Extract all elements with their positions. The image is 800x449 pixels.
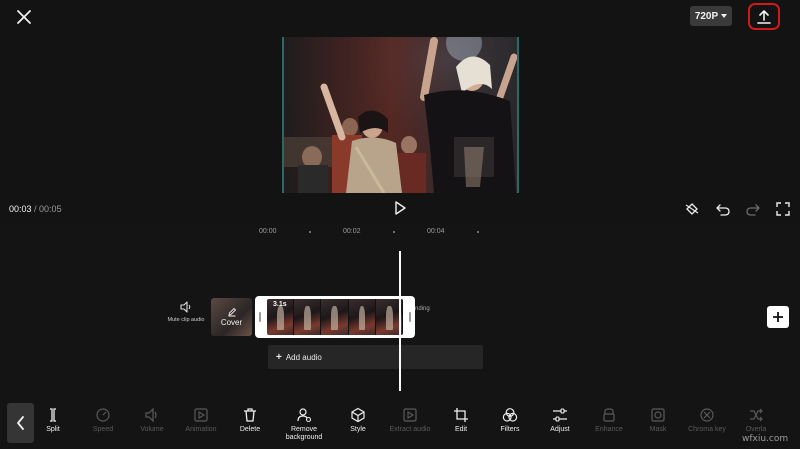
tool-label: Speed bbox=[92, 426, 114, 433]
tool-volume[interactable]: Volume bbox=[126, 407, 178, 434]
chroma-key-icon bbox=[700, 408, 714, 422]
volume-icon bbox=[145, 407, 157, 423]
trim-handle-left[interactable] bbox=[259, 312, 261, 322]
tool-mask[interactable]: Mask bbox=[632, 407, 684, 434]
tool-overlay[interactable]: Overla bbox=[730, 407, 782, 434]
tool-filters[interactable]: Filters bbox=[484, 407, 536, 434]
tool-label: Extract audio bbox=[389, 426, 431, 433]
tool-label: Mask bbox=[649, 426, 667, 433]
mask-icon bbox=[651, 408, 665, 422]
tool-speed[interactable]: Speed bbox=[77, 407, 129, 434]
playhead[interactable] bbox=[399, 251, 401, 391]
pencil-icon bbox=[227, 307, 236, 317]
video-clip[interactable]: 3.1s bbox=[255, 296, 415, 338]
extract-audio-icon bbox=[403, 408, 417, 422]
animation-icon bbox=[194, 408, 208, 422]
tool-label: Split bbox=[46, 426, 60, 433]
clip-thumbnail bbox=[321, 299, 349, 335]
watermark: wfxiu.com bbox=[742, 434, 789, 444]
mute-clip-audio-label: Mute clip audio bbox=[167, 317, 205, 323]
time-separator: / bbox=[31, 204, 40, 214]
mute-clip-audio-button[interactable]: Mute clip audio bbox=[166, 300, 206, 324]
adjust-icon bbox=[553, 408, 567, 422]
redo-button[interactable] bbox=[745, 201, 761, 217]
add-audio-label: Add audio bbox=[285, 352, 322, 362]
ruler-dot bbox=[393, 231, 395, 233]
add-audio-button[interactable]: + Add audio bbox=[268, 345, 483, 369]
split-icon bbox=[50, 408, 56, 422]
preview-frame-image bbox=[284, 37, 517, 193]
export-button[interactable] bbox=[748, 3, 780, 30]
remove-background-icon bbox=[297, 408, 312, 423]
caret-down-icon bbox=[721, 14, 728, 18]
tool-label: Adjust bbox=[550, 426, 570, 433]
resolution-dropdown[interactable]: 720P bbox=[690, 6, 732, 26]
tool-label: Overla bbox=[745, 426, 767, 433]
tool-label: Filters bbox=[500, 426, 520, 433]
ruler-tick: 00:04 bbox=[427, 228, 445, 235]
chevron-left-icon bbox=[16, 416, 24, 430]
close-button[interactable] bbox=[12, 6, 36, 30]
clip-duration: 3.1s bbox=[273, 301, 287, 308]
trim-handle-right[interactable] bbox=[409, 312, 411, 322]
tool-split[interactable]: Split bbox=[27, 407, 79, 434]
undo-button[interactable] bbox=[715, 201, 731, 217]
playback-time: 00:03 / 00:05 bbox=[9, 204, 62, 214]
crop-icon bbox=[454, 408, 468, 422]
close-icon bbox=[17, 10, 31, 24]
tool-extract-audio[interactable]: Extract audio bbox=[384, 407, 436, 434]
filters-icon bbox=[502, 408, 518, 422]
fullscreen-button[interactable] bbox=[775, 201, 791, 217]
ruler-dot bbox=[477, 231, 479, 233]
tool-label: Animation bbox=[185, 426, 217, 433]
style-icon bbox=[351, 407, 365, 423]
tool-animation[interactable]: Animation bbox=[175, 407, 227, 434]
ruler-tick: 00:02 bbox=[343, 228, 361, 235]
ending-label[interactable]: nding bbox=[415, 306, 430, 312]
keyframe-icon bbox=[685, 203, 699, 215]
speaker-icon bbox=[180, 301, 191, 313]
undo-icon bbox=[716, 204, 730, 216]
cover-label: Cover bbox=[220, 318, 243, 327]
speed-icon bbox=[96, 408, 110, 422]
tool-edit[interactable]: Edit bbox=[435, 407, 487, 434]
tool-label: Style bbox=[350, 426, 366, 433]
tool-delete[interactable]: Delete bbox=[224, 407, 276, 434]
total-time: 00:05 bbox=[39, 204, 62, 214]
enhance-icon bbox=[603, 408, 615, 422]
delete-icon bbox=[244, 408, 256, 422]
tool-label: Remove background bbox=[285, 426, 323, 441]
tool-remove-background[interactable]: Remove background bbox=[278, 407, 330, 442]
plus-icon bbox=[773, 312, 783, 322]
clip-thumbnail bbox=[348, 299, 376, 335]
tool-chroma-key[interactable]: Chroma key bbox=[681, 407, 733, 434]
plus-icon: + bbox=[276, 351, 282, 363]
video-preview[interactable] bbox=[282, 37, 519, 193]
fullscreen-icon bbox=[776, 202, 790, 216]
tool-adjust[interactable]: Adjust bbox=[534, 407, 586, 434]
clip-thumbnail bbox=[294, 299, 322, 335]
upload-icon bbox=[757, 9, 771, 24]
overlay-icon bbox=[750, 408, 763, 422]
tool-label: Delete bbox=[239, 426, 261, 433]
play-button[interactable] bbox=[392, 200, 408, 216]
current-time: 00:03 bbox=[9, 204, 32, 214]
tool-style[interactable]: Style bbox=[332, 407, 384, 434]
tool-label: Chroma key bbox=[688, 426, 726, 433]
ruler-dot bbox=[309, 231, 311, 233]
clip-thumbnails bbox=[267, 299, 403, 335]
resolution-label: 720P bbox=[694, 10, 719, 22]
tool-label: Enhance bbox=[595, 426, 623, 433]
cover-button[interactable]: Cover bbox=[211, 298, 252, 336]
tool-label: Volume bbox=[140, 426, 164, 433]
ruler-tick: 00:00 bbox=[259, 228, 277, 235]
tool-enhance[interactable]: Enhance bbox=[583, 407, 635, 434]
tool-label: Edit bbox=[454, 426, 468, 433]
play-icon bbox=[395, 201, 406, 215]
add-clip-button[interactable] bbox=[767, 306, 789, 328]
redo-icon bbox=[746, 204, 760, 216]
keyframe-button[interactable] bbox=[684, 201, 700, 217]
